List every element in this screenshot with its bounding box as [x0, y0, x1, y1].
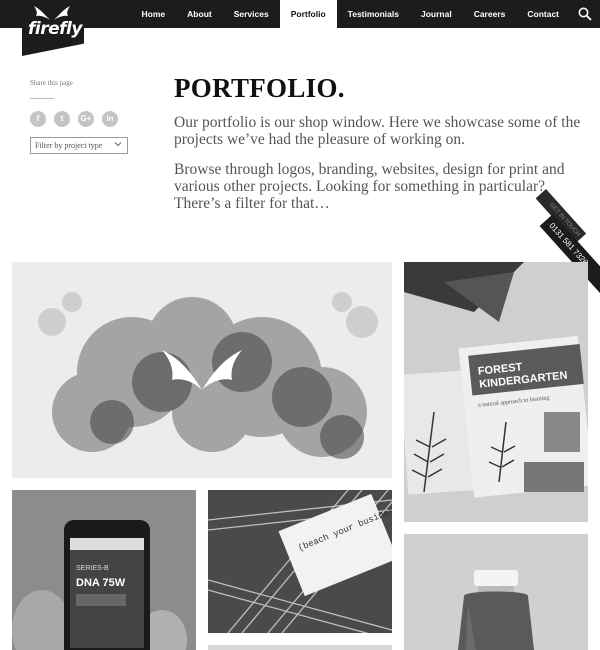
nav-testimonials[interactable]: Testimonials — [337, 0, 410, 28]
nav-journal[interactable]: Journal — [410, 0, 463, 28]
project-type-filter-select[interactable]: Filter by project type — [30, 137, 128, 154]
twitter-icon[interactable]: t — [54, 111, 70, 127]
nav-careers[interactable]: Careers — [463, 0, 517, 28]
brochure-image: FOREST KINDERGARTEN a natural approach t… — [404, 262, 588, 522]
chevron-down-icon — [114, 142, 122, 147]
portfolio-tile-business-cards[interactable]: (beach your business to code) — [208, 490, 392, 633]
portfolio-tile-vape-website[interactable]: SERIES-B DNA 75W — [12, 490, 196, 650]
ink-cloud-image — [12, 262, 392, 478]
phone-image: SERIES-B DNA 75W — [12, 490, 196, 650]
linkedin-icon[interactable]: in — [102, 111, 118, 127]
divider — [30, 98, 54, 99]
filter-label: Filter by project type — [35, 141, 103, 150]
nav-contact[interactable]: Contact — [516, 0, 570, 28]
juice-jar-image — [404, 534, 588, 650]
facebook-icon[interactable]: f — [30, 111, 46, 127]
portfolio-tile-juice-jar[interactable] — [404, 534, 588, 650]
phone-screen-text-2: DNA 75W — [76, 577, 126, 589]
search-icon[interactable] — [578, 7, 592, 21]
google-plus-icon[interactable]: G+ — [78, 111, 94, 127]
portfolio-tile-forest-kindergarten[interactable]: FOREST KINDERGARTEN a natural approach t… — [404, 262, 588, 522]
share-label: Share this page — [30, 79, 73, 87]
intro-paragraph: Our portfolio is our shop window. Here w… — [174, 114, 581, 148]
nav-about[interactable]: About — [176, 0, 223, 28]
portfolio-tile-firefly-brand[interactable] — [12, 262, 392, 478]
main-nav: Home About Services Portfolio Testimonia… — [131, 0, 570, 28]
intro-paragraph-2: Browse through logos, branding, websites… — [174, 161, 565, 212]
nav-services[interactable]: Services — [223, 0, 280, 28]
brand-logo[interactable]: firefly — [28, 19, 82, 39]
portfolio-tile-partial[interactable] — [208, 645, 392, 650]
nav-home[interactable]: Home — [131, 0, 177, 28]
social-share-links: f t G+ in — [30, 111, 118, 127]
phone-screen-text-1: SERIES-B — [76, 565, 109, 572]
business-cards-image: (beach your business to code) — [208, 490, 392, 633]
page-title: PORTFOLIO. — [174, 73, 345, 103]
nav-portfolio[interactable]: Portfolio — [279, 0, 337, 28]
